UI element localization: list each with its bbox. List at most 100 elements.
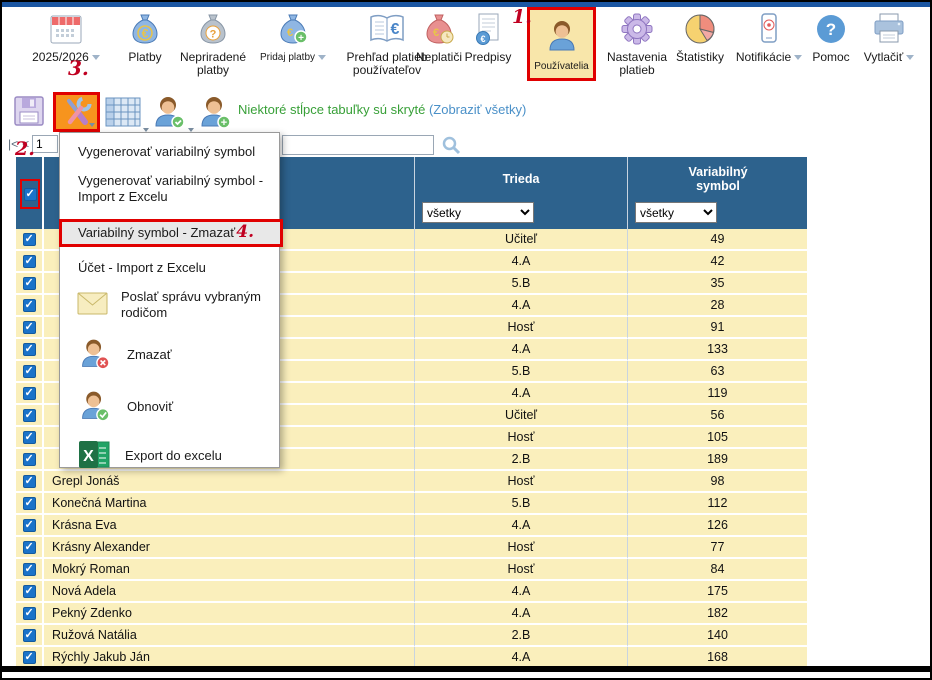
payments-book-icon: €: [367, 10, 407, 48]
table-row: Nová Adela4.A175: [16, 581, 807, 603]
checkbox-cell: [16, 449, 42, 471]
chevron-down-icon: [906, 55, 914, 60]
trieda-cell: 5.B: [414, 361, 627, 383]
menu-item-send-message[interactable]: Poslať správu vybraným rodičom: [60, 289, 279, 321]
nav-notifikacie[interactable]: Notifikácie: [728, 10, 810, 64]
add-user-button[interactable]: +: [196, 93, 236, 136]
row-checkbox[interactable]: [23, 277, 36, 290]
checkbox-cell: [16, 339, 42, 361]
checkbox-cell: [16, 515, 42, 537]
menu-item-export-excel[interactable]: X Export do excelu: [60, 439, 279, 473]
row-checkbox[interactable]: [23, 563, 36, 576]
row-checkbox[interactable]: [23, 387, 36, 400]
save-button[interactable]: [12, 94, 46, 133]
trieda-filter-select[interactable]: všetky: [422, 202, 534, 223]
nav-nastavenia-platieb[interactable]: Nastavenia platieb: [600, 10, 674, 77]
nav-label: Pomoc: [812, 51, 849, 64]
checkbox-cell: [16, 295, 42, 317]
checkbox-cell: [16, 383, 42, 405]
row-checkbox[interactable]: [23, 541, 36, 554]
menu-item-restore-users[interactable]: Obnoviť: [60, 387, 279, 427]
menu-item-account-import[interactable]: Účet - Import z Excelu: [60, 260, 279, 276]
table-row: Krásna Eva4.A126: [16, 515, 807, 537]
select-all-checkbox[interactable]: [24, 188, 37, 201]
trieda-cell: Hosť: [414, 471, 627, 493]
menu-item-generate-vs[interactable]: Vygenerovať variabilný symbol: [60, 133, 279, 160]
row-checkbox[interactable]: [23, 299, 36, 312]
moneybag-add-icon: €+: [275, 10, 311, 48]
nav-pouzivatelia[interactable]: 1. Používatelia: [527, 7, 596, 81]
nav-label: Vytlačiť: [864, 50, 903, 64]
row-checkbox[interactable]: [23, 585, 36, 598]
row-checkbox[interactable]: [23, 475, 36, 488]
nav-pridaj-platby[interactable]: €+ Pridaj platby: [254, 10, 332, 64]
person-restore-icon: [77, 387, 114, 427]
row-checkbox[interactable]: [23, 607, 36, 620]
table-row: Mokrý RomanHosť84: [16, 559, 807, 581]
checkbox-cell: [16, 493, 42, 515]
hidden-columns-message: Niektoré stĺpce tabuľky sú skryté (Zobra…: [238, 102, 526, 117]
svg-text:€: €: [480, 34, 485, 44]
vs-cell: 63: [627, 361, 807, 383]
columns-button[interactable]: [104, 96, 144, 135]
row-checkbox[interactable]: [23, 233, 36, 246]
vs-cell: 35: [627, 273, 807, 295]
person-check-icon: [150, 93, 190, 131]
nav-vytlacit[interactable]: Vytlačiť: [856, 10, 922, 64]
printer-icon: [870, 10, 908, 48]
table-row: Grepl JonášHosť98: [16, 471, 807, 493]
checkbox-cell: [16, 251, 42, 273]
trieda-cell: Hosť: [414, 537, 627, 559]
nav-statistiky[interactable]: Štatistiky: [668, 10, 732, 64]
show-all-columns-link[interactable]: (Zobraziť všetky): [429, 102, 526, 117]
trieda-cell: Hosť: [414, 559, 627, 581]
row-checkbox[interactable]: [23, 453, 36, 466]
row-checkbox[interactable]: [23, 255, 36, 268]
svg-text:€: €: [142, 27, 149, 41]
page-number-input[interactable]: [32, 135, 58, 153]
nav-label: Predpisy: [465, 51, 512, 64]
moneybag-blue-icon: €: [127, 10, 163, 48]
menu-item-generate-vs-import[interactable]: Vygenerovať variabilný symbol - Import z…: [60, 173, 265, 205]
nav-nepriradene-platby[interactable]: ? Nepriradené platby: [172, 10, 254, 77]
trieda-cell: 4.A: [414, 383, 627, 405]
name-cell: Krásna Eva: [42, 515, 414, 537]
row-checkbox[interactable]: [23, 321, 36, 334]
menu-item-delete-users[interactable]: Zmazať: [60, 335, 279, 375]
user-activate-button[interactable]: [150, 93, 190, 136]
row-checkbox[interactable]: [23, 409, 36, 422]
vs-cell: 175: [627, 581, 807, 603]
row-checkbox[interactable]: [23, 343, 36, 356]
name-cell: Pekný Zdenko: [42, 603, 414, 625]
calendar-icon: [47, 10, 85, 48]
nav-predpisy[interactable]: € Predpisy: [458, 10, 518, 64]
top-accent-bar: [2, 2, 930, 7]
row-checkbox[interactable]: [23, 497, 36, 510]
nav-label: Neplatiči: [416, 51, 462, 64]
trieda-cell: 2.B: [414, 449, 627, 471]
row-checkbox[interactable]: [23, 651, 36, 664]
row-checkbox[interactable]: [23, 629, 36, 642]
nav-pomoc[interactable]: ? Pomoc: [806, 10, 856, 64]
search-input[interactable]: [282, 135, 434, 155]
row-checkbox[interactable]: [23, 519, 36, 532]
menu-item-vs-delete[interactable]: Variabilný symbol - Zmazať 4.: [59, 219, 283, 247]
nav-label: Nastavenia platieb: [600, 51, 674, 77]
trieda-cell: Hosť: [414, 317, 627, 339]
nav-platby[interactable]: € Platby: [118, 10, 172, 64]
vs-filter-select[interactable]: všetky: [635, 202, 717, 223]
excel-icon: X: [77, 439, 112, 473]
nav-label: Používatelia: [534, 60, 588, 73]
nav-label: Platby: [128, 51, 161, 64]
chevron-down-icon: [318, 55, 326, 60]
trieda-cell: Hosť: [414, 427, 627, 449]
vs-cell: 91: [627, 317, 807, 339]
row-checkbox[interactable]: [23, 365, 36, 378]
phone-icon: [751, 10, 787, 48]
name-cell: Nová Adela: [42, 581, 414, 603]
nav-school-year[interactable]: 2025/2026: [16, 10, 116, 64]
tools-menu-button[interactable]: [53, 92, 100, 132]
row-checkbox[interactable]: [23, 431, 36, 444]
trieda-cell: 4.A: [414, 295, 627, 317]
envelope-icon: [77, 292, 108, 318]
